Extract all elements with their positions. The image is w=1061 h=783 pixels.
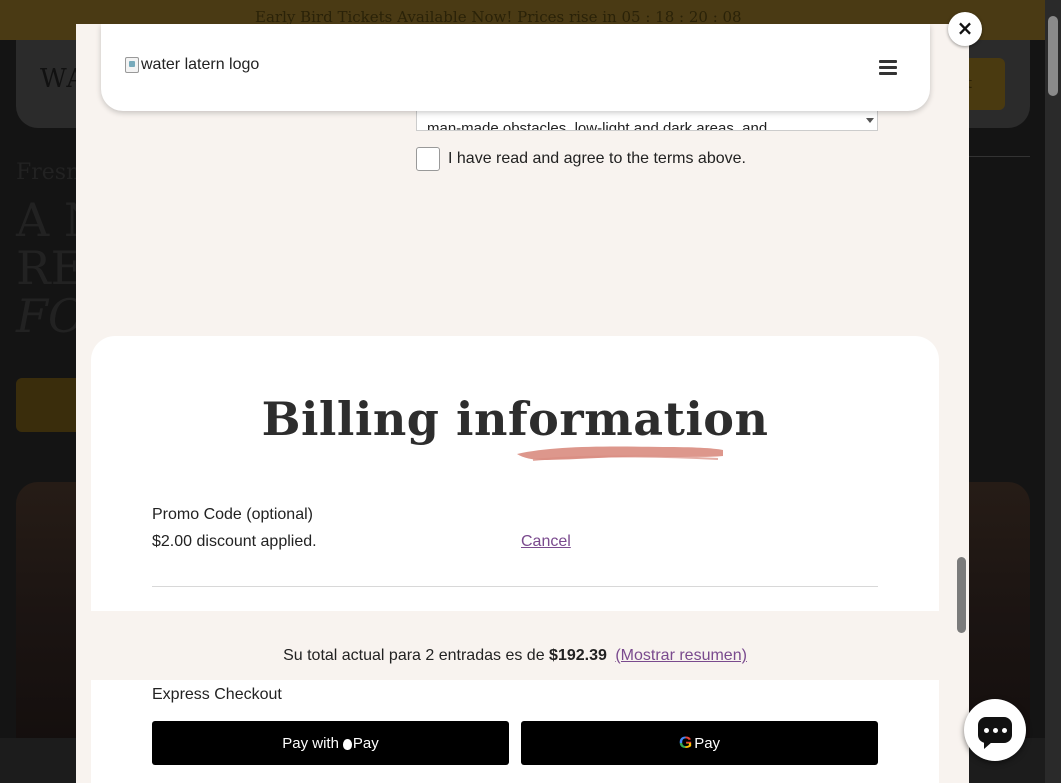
promo-discount-status: $2.00 discount applied.	[152, 533, 317, 550]
chat-launcher-button[interactable]	[964, 699, 1026, 761]
background-kicker: Fresn	[16, 160, 81, 185]
logo-alt-text: water latern logo	[141, 56, 260, 73]
apple-pay-text: Pay with	[282, 734, 339, 752]
background-divider	[960, 156, 1030, 157]
terms-checkbox[interactable]	[416, 147, 440, 171]
terms-text: man-made obstacles, low-light and dark a…	[427, 120, 768, 131]
page-scrollbar[interactable]	[1045, 0, 1061, 783]
terms-agreement[interactable]: I have read and agree to the terms above…	[416, 147, 746, 171]
checkout-modal: water latern logo man-made obstacles, lo…	[76, 24, 969, 783]
order-total-text: Su total actual para 2 entradas es de $1…	[91, 647, 939, 665]
page-scrollbar-thumb[interactable]	[1048, 16, 1058, 96]
site-logo[interactable]: water latern logo	[125, 56, 259, 74]
total-prefix: Su total actual para 2 entradas es de	[283, 647, 545, 664]
close-icon[interactable]: ×	[957, 16, 974, 40]
close-modal-button[interactable]: ×	[948, 12, 982, 46]
section-divider	[152, 586, 878, 587]
scroll-down-arrow-icon[interactable]	[866, 118, 874, 123]
hamburger-menu-icon[interactable]	[879, 60, 897, 76]
show-summary-link[interactable]: (Mostrar resumen)	[615, 647, 747, 664]
apple-icon	[342, 738, 352, 750]
billing-card: Billing information Promo Code (optional…	[91, 336, 939, 783]
billing-title: Billing information	[261, 392, 769, 446]
cancel-promo-link[interactable]: Cancel	[521, 533, 571, 551]
broken-image-icon	[125, 57, 139, 73]
google-pay-brand: Pay	[694, 734, 721, 752]
apple-pay-button[interactable]: Pay with Pay	[152, 721, 509, 765]
terms-agree-label[interactable]: I have read and agree to the terms above…	[448, 150, 746, 168]
order-total-band: Su total actual para 2 entradas es de $1…	[91, 611, 939, 680]
google-pay-button[interactable]: G Pay	[521, 721, 878, 765]
terms-scroll-box[interactable]: man-made obstacles, low-light and dark a…	[416, 108, 878, 131]
total-amount: $192.39	[549, 647, 607, 664]
google-g-icon: G	[678, 733, 693, 752]
chat-icon	[978, 717, 1012, 749]
promo-code-label: Promo Code (optional)	[152, 506, 313, 523]
modal-site-header: water latern logo	[101, 24, 930, 111]
express-checkout-label: Express Checkout	[152, 686, 282, 703]
apple-pay-brand: Pay	[352, 734, 379, 752]
modal-scrollbar-thumb[interactable]	[957, 557, 966, 633]
